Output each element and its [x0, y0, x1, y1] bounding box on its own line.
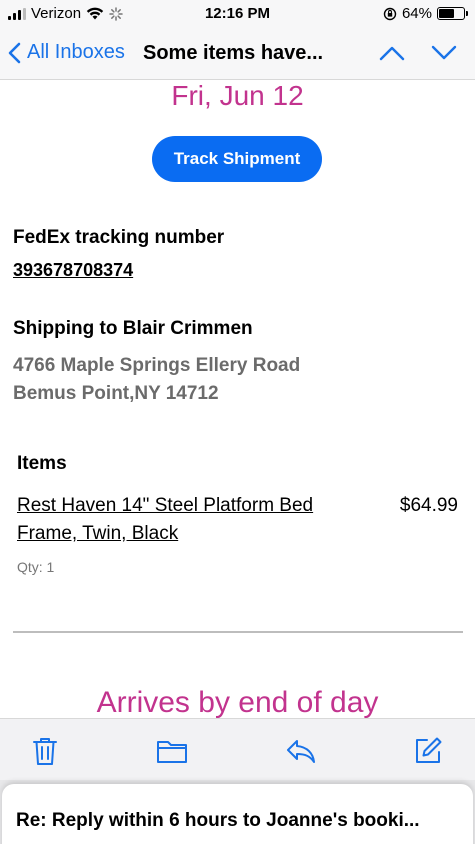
address-line-1: 4766 Maple Springs Ellery Road	[13, 355, 301, 376]
battery-percent: 64%	[401, 5, 432, 22]
next-message-sheet[interactable]: Re: Reply within 6 hours to Joanne's boo…	[2, 784, 473, 844]
back-button[interactable]: All Inboxes	[8, 41, 125, 64]
bottom-toolbar	[0, 718, 475, 780]
arrives-by-text: Arrives by end of day	[96, 686, 379, 718]
battery-icon	[437, 7, 468, 20]
divider	[13, 631, 463, 633]
nav-bar: All Inboxes Some items have...	[0, 30, 475, 80]
shipping-address: 4766 Maple Springs Ellery Road Bemus Poi…	[13, 352, 300, 408]
message-nav-arrows	[379, 42, 457, 64]
compose-icon	[416, 737, 442, 763]
next-message-subject: Re: Reply within 6 hours to Joanne's boo…	[16, 810, 420, 831]
item-price: $64.99	[399, 495, 458, 516]
tracking-label: FedEx tracking number	[13, 227, 225, 248]
reply-icon	[287, 740, 315, 763]
items-heading: Items	[17, 453, 67, 474]
tracking-number-link[interactable]: 393678708374	[13, 260, 133, 281]
orientation-lock-icon	[383, 7, 397, 20]
folder-icon	[157, 741, 187, 763]
trash-button[interactable]	[29, 735, 61, 767]
address-line-2: Bemus Point,NY 14712	[13, 383, 219, 404]
status-right: 64%	[383, 5, 468, 22]
chevron-up-icon[interactable]	[379, 42, 405, 64]
back-label: All Inboxes	[27, 41, 125, 63]
reply-button[interactable]	[285, 735, 317, 767]
item-quantity: Qty: 1	[17, 559, 55, 575]
status-bar: Verizon 12:16 PM 64%	[0, 0, 475, 30]
trash-icon	[33, 738, 57, 765]
shipping-to-label: Shipping to Blair Crimmen	[13, 318, 253, 339]
item-name-link[interactable]: Rest Haven 14" Steel Platform Bed Frame,…	[17, 492, 357, 548]
chevron-down-icon[interactable]	[431, 42, 457, 64]
battery-fill	[439, 9, 455, 18]
chevron-left-icon	[8, 42, 21, 63]
delivery-date: Fri, Jun 12	[171, 80, 304, 111]
move-to-folder-button[interactable]	[156, 735, 188, 767]
compose-button[interactable]	[412, 735, 444, 767]
track-shipment-button[interactable]: Track Shipment	[152, 136, 322, 182]
nav-title: Some items have...	[143, 42, 324, 64]
email-body[interactable]: Fri, Jun 12 Track Shipment FedEx trackin…	[0, 80, 475, 718]
